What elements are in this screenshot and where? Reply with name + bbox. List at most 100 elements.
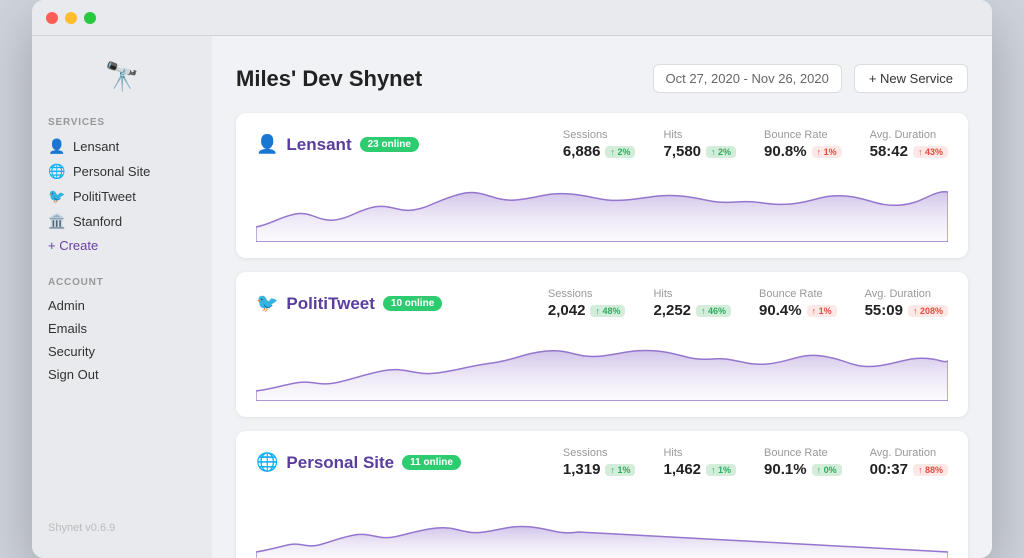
duration-badge: ↑ 43% — [913, 146, 948, 158]
chart-svg — [256, 490, 948, 558]
service-card-polititweet: 🐦 PolitiTweet 10 online Sessions 2,042 ↑… — [236, 272, 968, 417]
page-title: Miles' Dev Shynet — [236, 66, 422, 92]
card-title-area: 👤 Lensant 23 online — [256, 134, 419, 155]
sidebar-item-polititweet[interactable]: 🐦 PolitiTweet — [48, 184, 196, 209]
titlebar — [32, 0, 992, 36]
service-icon: 🌐 — [256, 452, 278, 473]
hits-label: Hits — [653, 288, 731, 300]
date-range[interactable]: Oct 27, 2020 - Nov 26, 2020 — [653, 64, 842, 93]
card-stats: Sessions 2,042 ↑ 48% Hits 2,252 ↑ 46% Bo… — [548, 288, 948, 319]
chart-area — [256, 490, 948, 558]
new-service-button[interactable]: + New Service — [854, 64, 968, 93]
bounce-value: 90.8% ↑ 1% — [764, 143, 842, 160]
card-stats: Sessions 6,886 ↑ 2% Hits 7,580 ↑ 2% Boun… — [563, 129, 948, 160]
hits-value: 7,580 ↑ 2% — [663, 143, 736, 160]
bounce-stat: Bounce Rate 90.1% ↑ 0% — [764, 447, 842, 478]
emails-label: Emails — [48, 321, 87, 336]
card-title: 🐦 PolitiTweet 10 online — [256, 293, 442, 314]
duration-stat: Avg. Duration 00:37 ↑ 88% — [870, 447, 948, 478]
duration-value: 58:42 ↑ 43% — [870, 143, 948, 160]
app-body: 🔭 SERVICES 👤 Lensant 🌐 Personal Site 🐦 P… — [32, 36, 992, 558]
create-service-link[interactable]: + Create — [48, 234, 196, 257]
security-label: Security — [48, 344, 95, 359]
card-stats: Sessions 1,319 ↑ 1% Hits 1,462 ↑ 1% Boun… — [563, 447, 948, 478]
duration-stat: Avg. Duration 58:42 ↑ 43% — [870, 129, 948, 160]
close-button[interactable] — [46, 12, 58, 24]
polititweet-icon: 🐦 — [48, 188, 66, 205]
card-header: 🌐 Personal Site 11 online Sessions 1,319… — [256, 447, 948, 478]
personal-site-label: Personal Site — [73, 164, 150, 179]
hits-badge: ↑ 46% — [696, 305, 731, 317]
sidebar-item-personal-site[interactable]: 🌐 Personal Site — [48, 159, 196, 184]
main-content: Miles' Dev Shynet Oct 27, 2020 - Nov 26,… — [212, 36, 992, 558]
version-label: Shynet v0.6.9 — [48, 522, 196, 534]
sessions-stat: Sessions 2,042 ↑ 48% — [548, 288, 626, 319]
sidebar-item-security[interactable]: Security — [48, 340, 196, 363]
bounce-label: Bounce Rate — [764, 447, 842, 459]
sessions-badge: ↑ 48% — [590, 305, 625, 317]
bounce-value: 90.4% ↑ 1% — [759, 302, 837, 319]
polititweet-label: PolitiTweet — [73, 189, 136, 204]
bounce-label: Bounce Rate — [759, 288, 837, 300]
hits-label: Hits — [663, 129, 736, 141]
card-header: 👤 Lensant 23 online Sessions 6,886 ↑ 2% … — [256, 129, 948, 160]
sidebar-item-sign-out[interactable]: Sign Out — [48, 363, 196, 386]
hits-label: Hits — [663, 447, 736, 459]
sign-out-label: Sign Out — [48, 367, 99, 382]
bounce-label: Bounce Rate — [764, 129, 842, 141]
account-section: ACCOUNT Admin Emails Security Sign Out — [48, 277, 196, 386]
bounce-badge: ↑ 1% — [807, 305, 837, 317]
card-title: 👤 Lensant 23 online — [256, 134, 419, 155]
bounce-stat: Bounce Rate 90.8% ↑ 1% — [764, 129, 842, 160]
chart-area — [256, 172, 948, 242]
service-name: Lensant — [286, 135, 351, 155]
card-title: 🌐 Personal Site 11 online — [256, 452, 461, 473]
app-window: 🔭 SERVICES 👤 Lensant 🌐 Personal Site 🐦 P… — [32, 0, 992, 558]
sidebar-item-admin[interactable]: Admin — [48, 294, 196, 317]
sessions-label: Sessions — [548, 288, 626, 300]
service-name: PolitiTweet — [286, 294, 374, 314]
sessions-badge: ↑ 1% — [605, 464, 635, 476]
bounce-badge: ↑ 1% — [812, 146, 842, 158]
personal-site-icon: 🌐 — [48, 163, 66, 180]
service-icon: 👤 — [256, 134, 278, 155]
services-label: SERVICES — [48, 117, 196, 128]
online-badge: 23 online — [360, 137, 419, 152]
app-logo: 🔭 — [48, 60, 196, 93]
sidebar-item-stanford[interactable]: 🏛️ Stanford — [48, 209, 196, 234]
stanford-label: Stanford — [73, 214, 122, 229]
sessions-value: 2,042 ↑ 48% — [548, 302, 626, 319]
sessions-stat: Sessions 1,319 ↑ 1% — [563, 447, 636, 478]
duration-value: 55:09 ↑ 208% — [865, 302, 948, 319]
hits-badge: ↑ 2% — [706, 146, 736, 158]
sidebar-item-emails[interactable]: Emails — [48, 317, 196, 340]
duration-label: Avg. Duration — [870, 129, 948, 141]
online-badge: 11 online — [402, 455, 461, 470]
duration-label: Avg. Duration — [870, 447, 948, 459]
online-badge: 10 online — [383, 296, 442, 311]
sessions-label: Sessions — [563, 447, 636, 459]
sessions-badge: ↑ 2% — [605, 146, 635, 158]
duration-label: Avg. Duration — [865, 288, 948, 300]
sessions-label: Sessions — [563, 129, 636, 141]
duration-stat: Avg. Duration 55:09 ↑ 208% — [865, 288, 948, 319]
maximize-button[interactable] — [84, 12, 96, 24]
hits-stat: Hits 7,580 ↑ 2% — [663, 129, 736, 160]
service-icon: 🐦 — [256, 293, 278, 314]
duration-badge: ↑ 208% — [908, 305, 948, 317]
duration-badge: ↑ 88% — [913, 464, 948, 476]
sessions-value: 6,886 ↑ 2% — [563, 143, 636, 160]
account-label: ACCOUNT — [48, 277, 196, 288]
sidebar-item-lensant[interactable]: 👤 Lensant — [48, 134, 196, 159]
hits-stat: Hits 2,252 ↑ 46% — [653, 288, 731, 319]
minimize-button[interactable] — [65, 12, 77, 24]
header-right: Oct 27, 2020 - Nov 26, 2020 + New Servic… — [653, 64, 969, 93]
traffic-lights — [46, 12, 96, 24]
hits-stat: Hits 1,462 ↑ 1% — [663, 447, 736, 478]
sessions-value: 1,319 ↑ 1% — [563, 461, 636, 478]
card-title-area: 🌐 Personal Site 11 online — [256, 452, 461, 473]
chart-svg — [256, 331, 948, 401]
duration-value: 00:37 ↑ 88% — [870, 461, 948, 478]
lensant-label: Lensant — [73, 139, 119, 154]
admin-label: Admin — [48, 298, 85, 313]
